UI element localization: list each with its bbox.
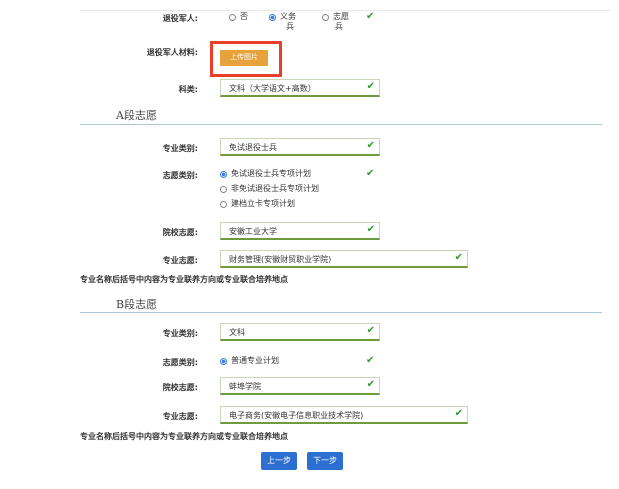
veteran-label: 退役军人: xyxy=(162,14,198,23)
next-step-button[interactable]: 下一步 xyxy=(307,452,343,470)
section-a-plan-option-3-radio[interactable] xyxy=(220,201,227,208)
veteran-option-compulsory-label-line2: 兵 xyxy=(286,22,294,31)
prev-step-button[interactable]: 上一步 xyxy=(261,452,297,470)
upload-image-button[interactable]: 上传图片 xyxy=(220,50,268,66)
section-a-plan-option-1-label: 免试退役士兵专项计划 xyxy=(231,169,311,178)
veteran-option-volunteer-label: 志愿 xyxy=(333,12,349,21)
section-b-major-category-label: 专业类别: xyxy=(162,329,198,338)
section-b-school-select[interactable]: 蚌埠学院 ✔ xyxy=(220,377,380,395)
checkmark-icon: ✔ xyxy=(366,379,375,390)
section-b-major-value: 电子商务(安徽电子信息职业技术学院) xyxy=(229,411,364,420)
section-b-major-label: 专业志愿: xyxy=(162,412,198,421)
section-a-plan-option-3-label: 建档立卡专项计划 xyxy=(231,199,295,208)
checkmark-icon: ✔ xyxy=(454,252,463,263)
veteran-option-volunteer-label-line2: 兵 xyxy=(335,22,343,31)
section-a-title: A段志愿 xyxy=(116,109,157,122)
checkmark-icon: ✔ xyxy=(366,11,375,22)
section-b-school-value: 蚌埠学院 xyxy=(229,382,261,391)
section-b-plan-option-1-label: 普通专业计划 xyxy=(231,356,279,365)
section-b-school-label: 院校志愿: xyxy=(162,383,198,392)
section-a-major-label: 专业志愿: xyxy=(162,256,198,265)
veteran-material-label: 退役军人材料: xyxy=(146,48,198,57)
checkmark-icon: ✔ xyxy=(454,408,463,419)
section-a-plan-option-2-label: 非免试退役士兵专项计划 xyxy=(231,184,319,193)
section-a-major-category-label: 专业类别: xyxy=(162,144,198,153)
section-b-plan-option-1-radio[interactable] xyxy=(220,358,227,365)
veteran-option-no-radio[interactable] xyxy=(229,14,236,21)
veteran-option-compulsory-radio[interactable] xyxy=(269,14,276,21)
section-a-plan-option-2-radio[interactable] xyxy=(220,186,227,193)
checkmark-icon: ✔ xyxy=(366,325,375,336)
section-b-divider xyxy=(80,312,602,313)
section-a-plan-option-1-radio[interactable] xyxy=(220,171,227,178)
section-a-major-value: 财务管理(安徽财贸职业学院) xyxy=(229,255,332,264)
section-b-note: 专业名称后括号中内容为专业联养方向或专业联合培养地点 xyxy=(80,432,288,441)
checkmark-icon: ✔ xyxy=(366,224,375,235)
top-divider xyxy=(80,10,610,11)
section-a-major-category-select[interactable]: 免试退役士兵 ✔ xyxy=(220,138,380,156)
checkmark-icon: ✔ xyxy=(366,168,375,179)
subject-value: 文科（大学语文+高数） xyxy=(229,84,316,93)
section-b-major-select[interactable]: 电子商务(安徽电子信息职业技术学院) ✔ xyxy=(220,406,468,424)
section-a-school-value: 安徽工业大学 xyxy=(229,227,277,236)
section-a-major-category-value: 免试退役士兵 xyxy=(229,143,277,152)
section-b-major-category-value: 文科 xyxy=(229,328,245,337)
section-b-title: B段志愿 xyxy=(116,298,158,311)
section-b-plan-type-label: 志愿类别: xyxy=(162,358,198,367)
checkmark-icon: ✔ xyxy=(366,355,375,366)
section-a-major-select[interactable]: 财务管理(安徽财贸职业学院) ✔ xyxy=(220,250,468,268)
section-a-plan-type-label: 志愿类别: xyxy=(162,171,198,180)
veteran-option-volunteer-radio[interactable] xyxy=(322,14,329,21)
section-a-note: 专业名称后括号中内容为专业联养方向或专业联合培养地点 xyxy=(80,275,288,284)
subject-select[interactable]: 文科（大学语文+高数） ✔ xyxy=(220,79,380,97)
section-a-school-label: 院校志愿: xyxy=(162,228,198,237)
section-a-divider xyxy=(80,124,602,125)
subject-label: 科类: xyxy=(178,85,198,94)
veteran-option-no-label: 否 xyxy=(240,12,248,21)
veteran-option-compulsory-label: 义务 xyxy=(280,12,296,21)
checkmark-icon: ✔ xyxy=(366,140,375,151)
section-a-school-select[interactable]: 安徽工业大学 ✔ xyxy=(220,222,380,240)
section-b-major-category-select[interactable]: 文科 ✔ xyxy=(220,323,380,341)
checkmark-icon: ✔ xyxy=(366,81,375,92)
